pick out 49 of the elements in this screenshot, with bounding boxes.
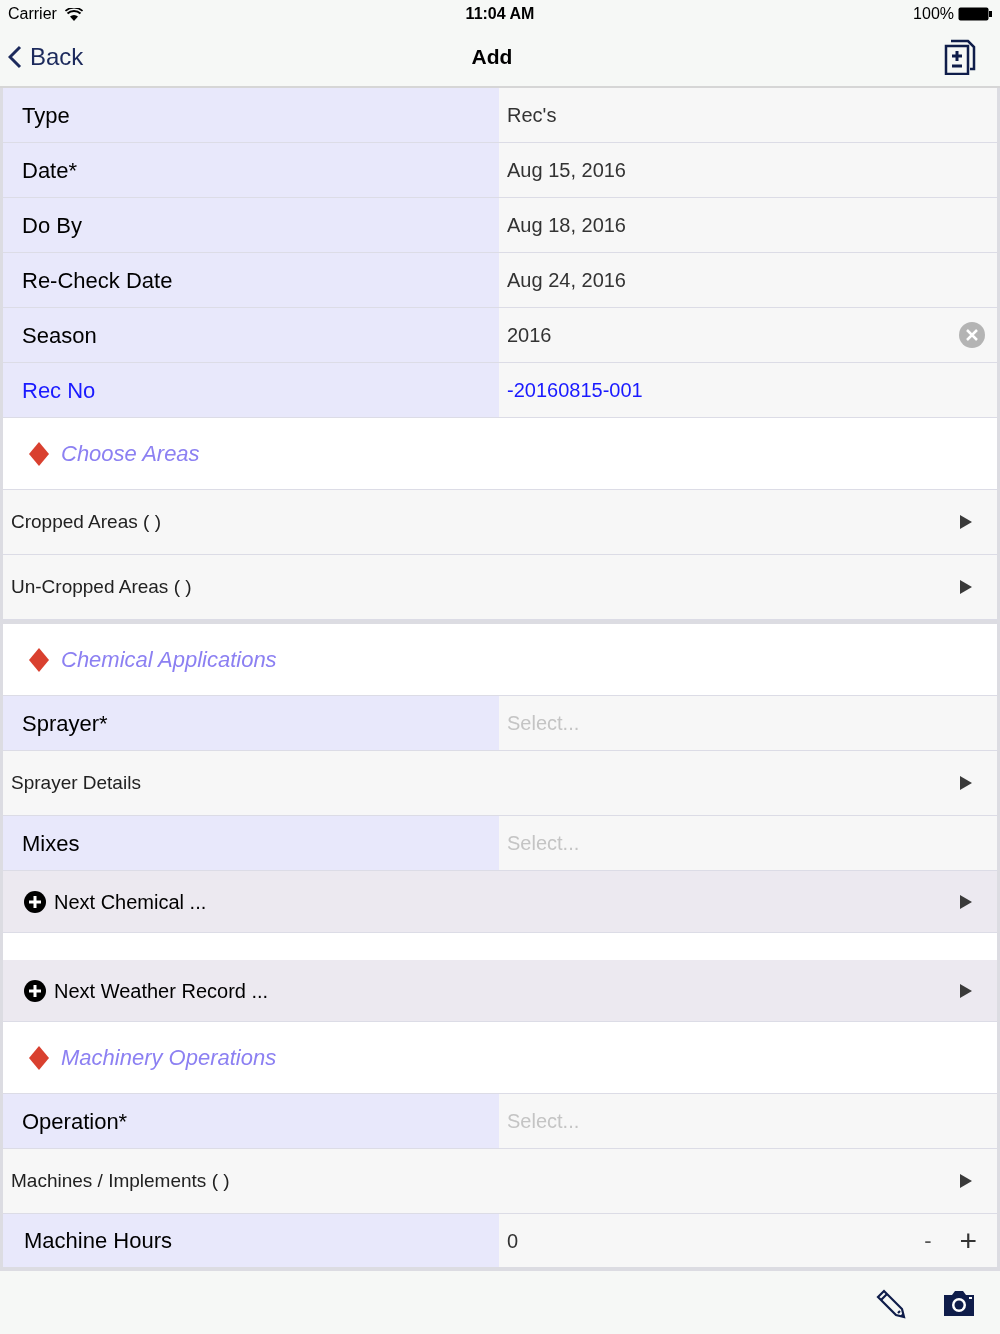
back-button[interactable]: Back	[8, 39, 84, 75]
section-title: Chemical Applications	[61, 646, 277, 674]
field-label: Date*	[22, 156, 78, 185]
field-label: Re-Check Date	[22, 266, 173, 295]
field-value[interactable]: Aug 15, 2016	[499, 143, 997, 197]
diamond-icon	[29, 1045, 49, 1070]
field-value[interactable]: Aug 18, 2016	[499, 198, 997, 252]
field-value[interactable]: 0	[507, 1225, 917, 1256]
disclosure-arrow-icon	[959, 775, 973, 791]
decrement-button[interactable]: -	[916, 1224, 940, 1257]
battery-icon	[958, 7, 992, 21]
navigation-row[interactable]: Sprayer Details	[3, 751, 997, 816]
diamond-icon	[29, 647, 49, 672]
field-label: Type	[22, 101, 70, 130]
carrier-label: Carrier	[8, 4, 57, 24]
add-document-icon[interactable]	[944, 39, 976, 75]
wifi-icon	[64, 7, 83, 21]
disclosure-arrow-icon	[959, 1173, 973, 1189]
navigation-row[interactable]: Cropped Areas ( )	[3, 490, 997, 555]
navigation-row[interactable]: Machines / Implements ( )	[3, 1149, 997, 1214]
disclosure-arrow-icon	[959, 514, 973, 530]
battery-label: 100%	[913, 4, 954, 24]
disclosure-arrow-icon	[959, 893, 973, 910]
navigation-row[interactable]: Un-Cropped Areas ( )	[3, 555, 997, 620]
field-label: Rec No	[22, 376, 96, 405]
diamond-icon	[29, 441, 49, 466]
field-value[interactable]: 2016	[499, 308, 997, 362]
nav-title: Add	[471, 44, 513, 71]
field-value[interactable]: Aug 24, 2016	[499, 253, 997, 307]
section-title: Choose Areas	[61, 440, 200, 468]
field-label: Machine Hours	[24, 1227, 172, 1255]
section-title: Machinery Operations	[61, 1044, 277, 1072]
field-label: Do By	[22, 211, 82, 240]
add-row[interactable]: Next Chemical ...	[3, 871, 997, 933]
clock-label: 11:04 AM	[465, 4, 535, 24]
increment-button[interactable]: +	[955, 1218, 981, 1263]
camera-icon[interactable]	[942, 1288, 976, 1317]
field-label: Mixes	[22, 829, 80, 858]
disclosure-arrow-icon	[959, 579, 973, 595]
field-label: Sprayer*	[22, 709, 108, 738]
back-chevron-icon	[8, 45, 22, 69]
field-value[interactable]: Rec's	[499, 88, 997, 142]
field-label: Season	[22, 321, 97, 350]
field-value[interactable]: -20160815-001	[499, 363, 997, 417]
add-circle-icon	[24, 890, 46, 913]
disclosure-arrow-icon	[959, 982, 973, 999]
add-circle-icon	[24, 979, 46, 1002]
field-label: Operation*	[22, 1107, 128, 1136]
add-row[interactable]: Next Weather Record ...	[3, 960, 997, 1022]
